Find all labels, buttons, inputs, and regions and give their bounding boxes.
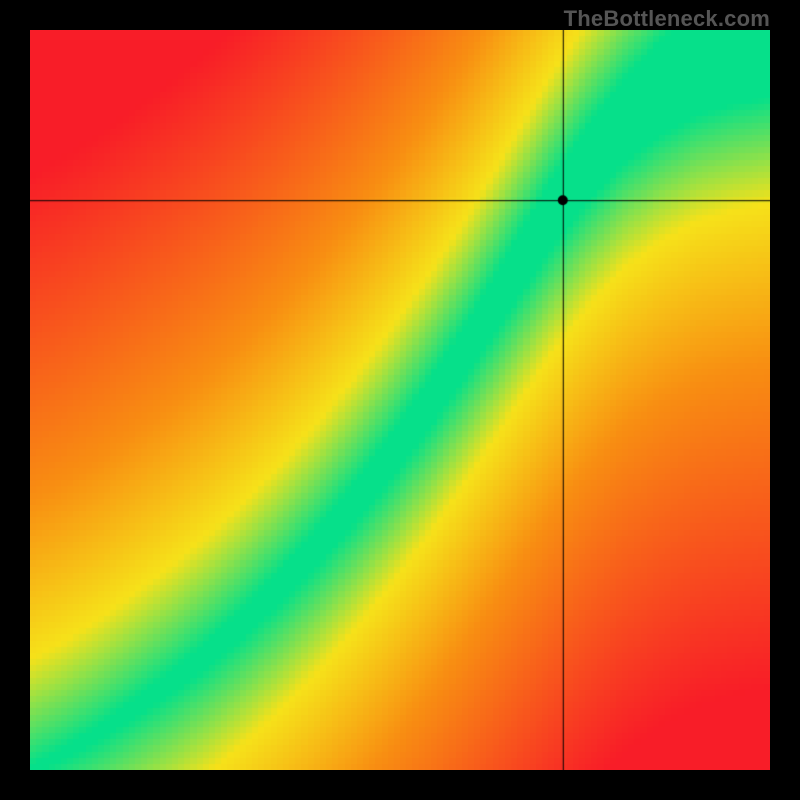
heatmap-plot <box>30 30 770 770</box>
watermark-text: TheBottleneck.com <box>564 6 770 32</box>
heatmap-canvas <box>30 30 770 770</box>
